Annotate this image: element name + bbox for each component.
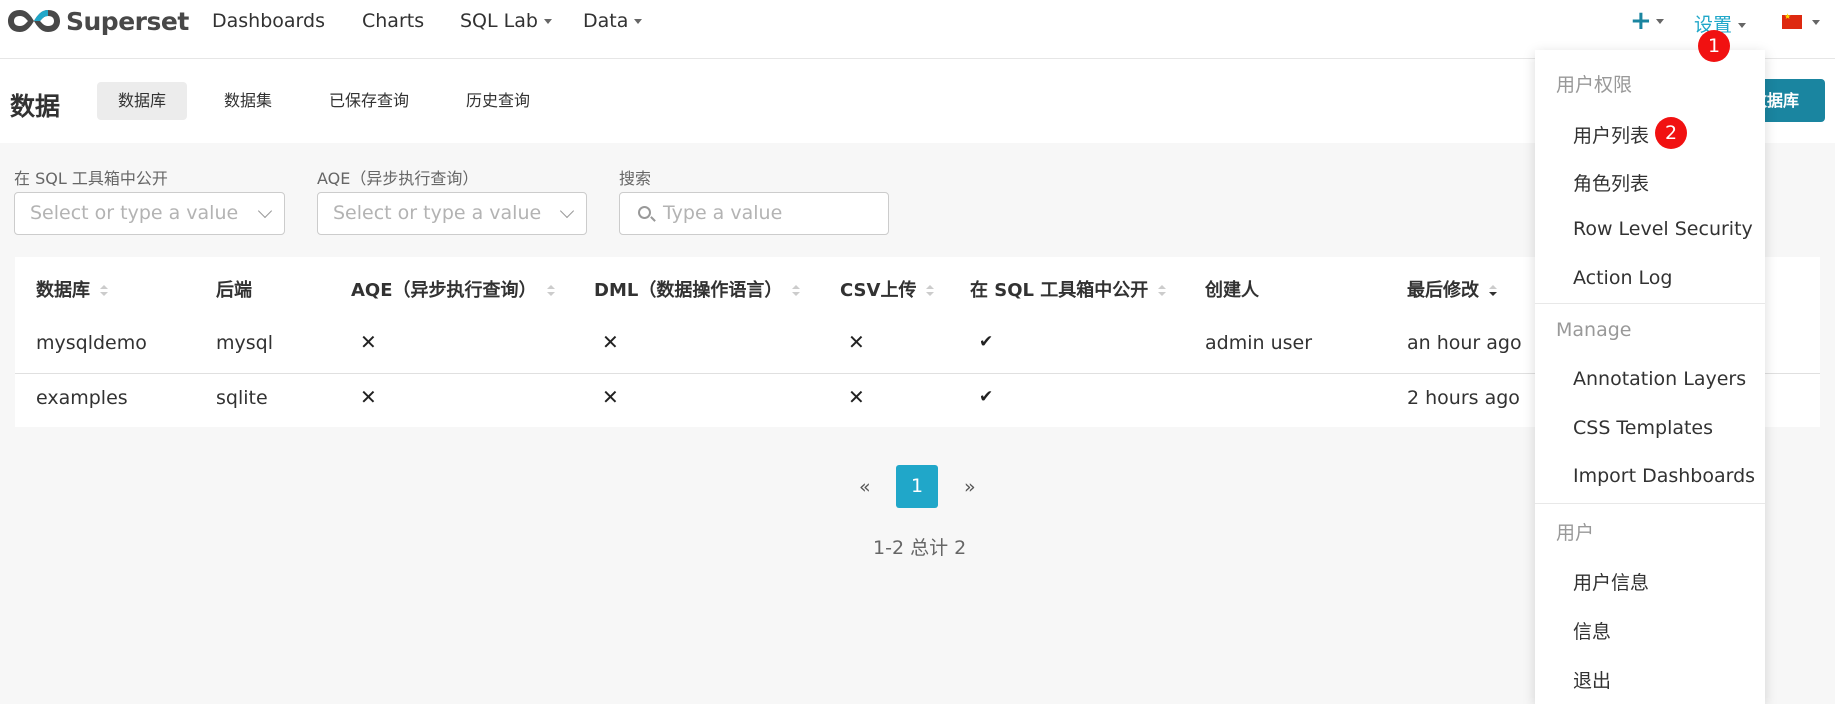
chevron-down-icon[interactable] (1812, 20, 1820, 25)
menu-item-user-info[interactable]: 用户信息 (1573, 568, 1649, 595)
pagination-summary: 1-2 总计 2 (873, 537, 967, 559)
filter-sqllab-select[interactable]: Select or type a value (14, 192, 285, 235)
plus-icon: + (1630, 6, 1652, 36)
cell-creator: admin user (1205, 332, 1313, 354)
page-title: 数据 (10, 92, 61, 121)
column-header-label: DML（数据操作语言） (594, 280, 783, 301)
column-header-backend: 后端 (216, 280, 252, 301)
tab-datasets[interactable]: 数据集 (203, 82, 293, 120)
sort-desc-icon (1489, 285, 1497, 297)
filter-aqe-select[interactable]: Select or type a value (317, 192, 587, 235)
sort-icon (926, 285, 935, 297)
menu-item-import-dashboards[interactable]: Import Dashboards (1573, 465, 1755, 487)
filter-aqe-label: AQE（异步执行查询） (317, 169, 479, 188)
chevron-down-icon (1738, 23, 1747, 28)
filter-sqllab-placeholder: Select or type a value (30, 202, 239, 224)
superset-logo-icon (8, 10, 60, 32)
search-icon (638, 206, 651, 219)
search-input[interactable]: Type a value (619, 192, 889, 235)
chevron-down-icon (1655, 19, 1664, 24)
pagination-page-1[interactable]: 1 (896, 465, 938, 508)
pagination-next-button[interactable]: » (964, 476, 976, 498)
menu-group-manage: Manage (1556, 319, 1632, 341)
column-header-modified[interactable]: 最后修改 (1407, 276, 1497, 302)
x-icon: ✕ (360, 385, 377, 409)
sort-icon (1158, 285, 1167, 297)
x-icon: ✕ (602, 385, 619, 409)
cell-database[interactable]: mysqldemo (36, 332, 147, 354)
chevron-down-icon (543, 19, 552, 24)
menu-item-list-roles[interactable]: 角色列表 (1573, 169, 1649, 196)
menu-item-logout[interactable]: 退出 (1573, 666, 1611, 693)
sort-icon (792, 285, 801, 297)
superset-logo[interactable]: Superset (6, 6, 189, 36)
nav-sql-lab-label: SQL Lab (460, 10, 538, 32)
column-header-label: 数据库 (36, 280, 90, 301)
sort-icon (546, 285, 555, 297)
column-header-dml[interactable]: DML（数据操作语言） (594, 276, 801, 302)
nav-dashboards[interactable]: Dashboards (212, 10, 325, 32)
menu-group-user: 用户 (1556, 522, 1595, 544)
cell-backend: sqlite (216, 387, 268, 409)
menu-item-action-log[interactable]: Action Log (1573, 267, 1672, 289)
menu-item-annotation-layers[interactable]: Annotation Layers (1573, 368, 1746, 390)
china-flag-icon[interactable] (1782, 12, 1802, 29)
settings-dropdown-menu: 用户权限 用户列表 角色列表 Row Level Security Action… (1535, 50, 1765, 704)
menu-group-security: 用户权限 (1556, 74, 1633, 96)
menu-item-row-level-security[interactable]: Row Level Security (1573, 218, 1753, 240)
nav-sql-lab[interactable]: SQL Lab (460, 10, 552, 32)
column-header-label: 在 SQL 工具箱中公开 (970, 280, 1149, 301)
filter-search-label: 搜索 (619, 169, 652, 188)
column-header-label: AQE（异步执行查询） (351, 280, 537, 301)
menu-item-css-templates[interactable]: CSS Templates (1573, 417, 1713, 439)
pagination-prev-button[interactable]: « (859, 476, 871, 498)
filter-sqllab-label: 在 SQL 工具箱中公开 (14, 169, 168, 188)
column-header-label: 最后修改 (1407, 280, 1479, 301)
cell-modified: an hour ago (1407, 332, 1522, 354)
column-header-aqe[interactable]: AQE（异步执行查询） (351, 276, 555, 302)
check-icon: ✔ (979, 387, 994, 407)
menu-item-list-users[interactable]: 用户列表 (1573, 121, 1649, 148)
column-header-label: CSV上传 (840, 280, 917, 301)
nav-data-label: Data (583, 10, 629, 32)
chevron-down-icon (559, 203, 575, 219)
column-header-sqllab[interactable]: 在 SQL 工具箱中公开 (970, 276, 1167, 302)
column-header-creator: 创建人 (1205, 280, 1259, 301)
menu-item-info[interactable]: 信息 (1573, 617, 1611, 644)
column-header-database[interactable]: 数据库 (36, 276, 108, 302)
cell-modified: 2 hours ago (1407, 387, 1520, 409)
x-icon: ✕ (848, 330, 865, 354)
tab-databases[interactable]: 数据库 (97, 82, 188, 120)
check-icon: ✔ (979, 332, 994, 352)
new-item-button[interactable]: + (1630, 6, 1664, 36)
chevron-down-icon (257, 203, 273, 219)
nav-charts[interactable]: Charts (362, 10, 424, 32)
step-badge-2: 2 (1655, 117, 1687, 149)
brand-name: Superset (66, 6, 189, 36)
chevron-down-icon (634, 19, 643, 24)
menu-divider (1535, 303, 1765, 304)
x-icon: ✕ (848, 385, 865, 409)
column-header-csv[interactable]: CSV上传 (840, 276, 935, 302)
x-icon: ✕ (602, 330, 619, 354)
tab-saved-queries[interactable]: 已保存查询 (308, 82, 430, 120)
cell-database[interactable]: examples (36, 387, 128, 409)
step-badge-1: 1 (1698, 30, 1730, 62)
sort-icon (100, 285, 108, 297)
search-placeholder: Type a value (663, 202, 783, 224)
cell-backend: mysql (216, 332, 273, 354)
filter-aqe-placeholder: Select or type a value (333, 202, 542, 224)
nav-data[interactable]: Data (583, 10, 643, 32)
menu-divider (1535, 503, 1765, 504)
x-icon: ✕ (360, 330, 377, 354)
tab-query-history[interactable]: 历史查询 (445, 82, 551, 120)
